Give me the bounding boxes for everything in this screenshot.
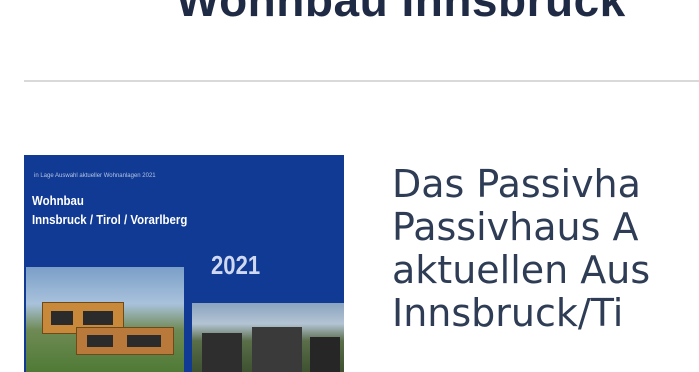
cover-title-line-1: Wohnbau (32, 193, 84, 208)
cover-title-line-2: Innsbruck / Tirol / Vorarlberg (32, 212, 188, 227)
intro-line: Passivhaus A (392, 205, 639, 249)
house-lower-floor (76, 327, 174, 355)
intro-text: Das Passivha Passivhaus A aktuellen Aus … (392, 163, 650, 335)
intro-line: Das Passivha (392, 162, 641, 206)
brochure-cover-image[interactable]: in Lage Auswahl aktueller Wohnanlagen 20… (24, 155, 344, 372)
divider (24, 80, 699, 82)
cover-photo-house (26, 267, 184, 372)
page-title: Wohnbau Innsbruck (176, 0, 626, 26)
intro-line: aktuellen Aus (392, 248, 651, 292)
cover-small-text: in Lage Auswahl aktueller Wohnanlagen 20… (34, 173, 156, 179)
cover-year: 2021 (211, 250, 261, 280)
cover-photo-apartments (192, 303, 344, 372)
intro-line: Innsbruck/Ti (392, 291, 624, 335)
